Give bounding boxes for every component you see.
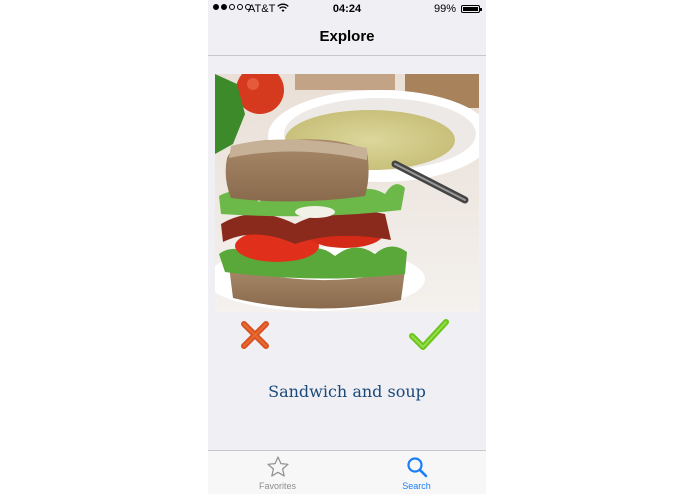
- page-title: Explore: [319, 28, 375, 45]
- food-photo: [215, 74, 479, 312]
- battery-percentage: 99%: [433, 3, 456, 15]
- status-bar: AT&T 04:24 99%: [208, 0, 486, 18]
- phone-screen: AT&T 04:24 99% Explore Sandwich and soup…: [208, 0, 486, 494]
- tab-bar: Favorites Search: [208, 450, 486, 494]
- tab-favorites[interactable]: Favorites: [208, 455, 347, 491]
- reject-button[interactable]: [238, 318, 272, 352]
- accept-button[interactable]: [408, 318, 450, 352]
- tab-favorites-label: Favorites: [258, 481, 296, 491]
- battery-icon: [461, 5, 482, 13]
- search-icon: [406, 457, 427, 478]
- cross-icon: [241, 321, 269, 349]
- checkmark-icon: [409, 319, 449, 350]
- photo-caption: Sandwich and soup: [268, 382, 426, 401]
- tab-search-label: Search: [402, 481, 431, 491]
- tab-search[interactable]: Search: [347, 455, 486, 491]
- navigation-bar: Explore: [208, 18, 486, 56]
- star-icon: [266, 456, 289, 477]
